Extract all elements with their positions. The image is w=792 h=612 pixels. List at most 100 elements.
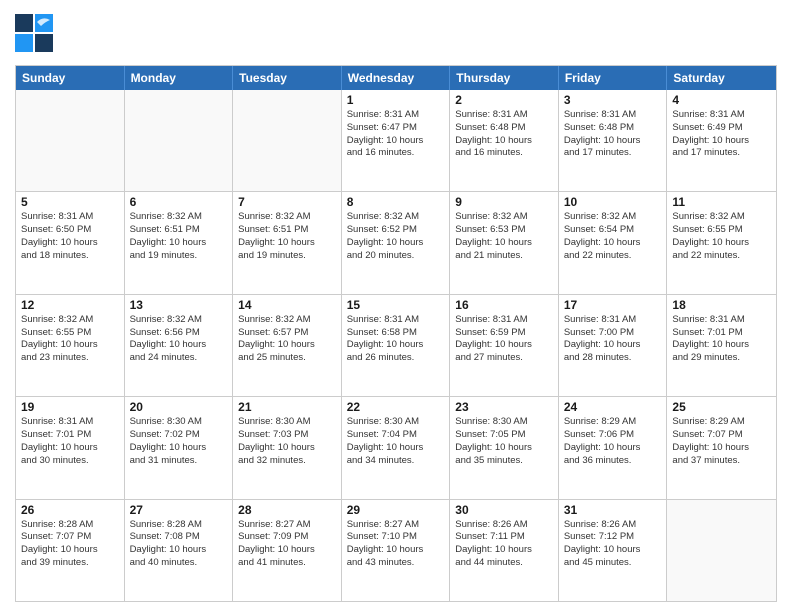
day-cell: 11 Sunrise: 8:32 AM Sunset: 6:55 PM Dayli…	[667, 192, 776, 293]
day-info: Sunrise: 8:32 AM Sunset: 6:51 PM Dayligh…	[238, 211, 336, 262]
week-row: 19 Sunrise: 8:31 AM Sunset: 7:01 PM Dayli…	[16, 397, 776, 499]
day-number: 20	[130, 400, 228, 414]
day-info: Sunrise: 8:30 AM Sunset: 7:03 PM Dayligh…	[238, 416, 336, 467]
day-cell: 15 Sunrise: 8:31 AM Sunset: 6:58 PM Dayli…	[342, 295, 451, 396]
day-cell	[233, 90, 342, 191]
day-cell: 29 Sunrise: 8:27 AM Sunset: 7:10 PM Dayli…	[342, 500, 451, 601]
day-number: 4	[672, 93, 771, 107]
day-cell: 27 Sunrise: 8:28 AM Sunset: 7:08 PM Dayli…	[125, 500, 234, 601]
day-info: Sunrise: 8:31 AM Sunset: 7:00 PM Dayligh…	[564, 314, 662, 365]
day-number: 14	[238, 298, 336, 312]
day-cell: 10 Sunrise: 8:32 AM Sunset: 6:54 PM Dayli…	[559, 192, 668, 293]
day-info: Sunrise: 8:31 AM Sunset: 6:59 PM Dayligh…	[455, 314, 553, 365]
day-info: Sunrise: 8:32 AM Sunset: 6:51 PM Dayligh…	[130, 211, 228, 262]
day-number: 16	[455, 298, 553, 312]
day-info: Sunrise: 8:32 AM Sunset: 6:54 PM Dayligh…	[564, 211, 662, 262]
week-row: 5 Sunrise: 8:31 AM Sunset: 6:50 PM Daylig…	[16, 192, 776, 294]
day-number: 28	[238, 503, 336, 517]
day-number: 11	[672, 195, 771, 209]
day-info: Sunrise: 8:31 AM Sunset: 6:48 PM Dayligh…	[564, 109, 662, 160]
day-number: 31	[564, 503, 662, 517]
day-number: 5	[21, 195, 119, 209]
day-number: 13	[130, 298, 228, 312]
day-info: Sunrise: 8:28 AM Sunset: 7:07 PM Dayligh…	[21, 519, 119, 570]
page-container: SundayMondayTuesdayWednesdayThursdayFrid…	[0, 0, 792, 612]
day-number: 18	[672, 298, 771, 312]
day-number: 27	[130, 503, 228, 517]
day-info: Sunrise: 8:26 AM Sunset: 7:12 PM Dayligh…	[564, 519, 662, 570]
day-info: Sunrise: 8:31 AM Sunset: 6:50 PM Dayligh…	[21, 211, 119, 262]
day-number: 26	[21, 503, 119, 517]
day-info: Sunrise: 8:27 AM Sunset: 7:09 PM Dayligh…	[238, 519, 336, 570]
day-cell: 23 Sunrise: 8:30 AM Sunset: 7:05 PM Dayli…	[450, 397, 559, 498]
logo-icon	[15, 14, 53, 52]
calendar-body: 1 Sunrise: 8:31 AM Sunset: 6:47 PM Daylig…	[16, 90, 776, 601]
day-cell: 25Sunrise: 8:29 AM Sunset: 7:07 PM Dayli…	[667, 397, 776, 498]
logo	[15, 14, 57, 57]
day-number: 3	[564, 93, 662, 107]
day-info: Sunrise: 8:30 AM Sunset: 7:02 PM Dayligh…	[130, 416, 228, 467]
day-number: 30	[455, 503, 553, 517]
day-number: 17	[564, 298, 662, 312]
day-info: Sunrise: 8:31 AM Sunset: 6:47 PM Dayligh…	[347, 109, 445, 160]
day-number: 19	[21, 400, 119, 414]
day-info: Sunrise: 8:32 AM Sunset: 6:53 PM Dayligh…	[455, 211, 553, 262]
day-info: Sunrise: 8:31 AM Sunset: 7:01 PM Dayligh…	[21, 416, 119, 467]
day-number: 15	[347, 298, 445, 312]
day-number: 7	[238, 195, 336, 209]
week-row: 1 Sunrise: 8:31 AM Sunset: 6:47 PM Daylig…	[16, 90, 776, 192]
day-cell: 6 Sunrise: 8:32 AM Sunset: 6:51 PM Daylig…	[125, 192, 234, 293]
day-header: Thursday	[450, 66, 559, 90]
day-info: Sunrise: 8:32 AM Sunset: 6:57 PM Dayligh…	[238, 314, 336, 365]
day-cell: 4 Sunrise: 8:31 AM Sunset: 6:49 PM Daylig…	[667, 90, 776, 191]
day-cell: 31 Sunrise: 8:26 AM Sunset: 7:12 PM Dayli…	[559, 500, 668, 601]
header	[15, 10, 777, 57]
day-number: 9	[455, 195, 553, 209]
day-header: Saturday	[667, 66, 776, 90]
day-number: 12	[21, 298, 119, 312]
day-info: Sunrise: 8:27 AM Sunset: 7:10 PM Dayligh…	[347, 519, 445, 570]
day-cell: 19 Sunrise: 8:31 AM Sunset: 7:01 PM Dayli…	[16, 397, 125, 498]
day-headers: SundayMondayTuesdayWednesdayThursdayFrid…	[16, 66, 776, 90]
day-cell: 28 Sunrise: 8:27 AM Sunset: 7:09 PM Dayli…	[233, 500, 342, 601]
day-cell: 5 Sunrise: 8:31 AM Sunset: 6:50 PM Daylig…	[16, 192, 125, 293]
day-number: 23	[455, 400, 553, 414]
day-header: Wednesday	[342, 66, 451, 90]
day-cell: 13Sunrise: 8:32 AM Sunset: 6:56 PM Dayli…	[125, 295, 234, 396]
day-cell: 14 Sunrise: 8:32 AM Sunset: 6:57 PM Dayli…	[233, 295, 342, 396]
calendar: SundayMondayTuesdayWednesdayThursdayFrid…	[15, 65, 777, 602]
day-cell: 12 Sunrise: 8:32 AM Sunset: 6:55 PM Dayli…	[16, 295, 125, 396]
day-cell: 1 Sunrise: 8:31 AM Sunset: 6:47 PM Daylig…	[342, 90, 451, 191]
day-info: Sunrise: 8:28 AM Sunset: 7:08 PM Dayligh…	[130, 519, 228, 570]
day-header: Sunday	[16, 66, 125, 90]
day-number: 8	[347, 195, 445, 209]
day-info: Sunrise: 8:31 AM Sunset: 7:01 PM Dayligh…	[672, 314, 771, 365]
day-cell: 24Sunrise: 8:29 AM Sunset: 7:06 PM Dayli…	[559, 397, 668, 498]
day-cell	[667, 500, 776, 601]
day-info: Sunrise: 8:31 AM Sunset: 6:58 PM Dayligh…	[347, 314, 445, 365]
day-number: 10	[564, 195, 662, 209]
day-number: 22	[347, 400, 445, 414]
day-cell: 26 Sunrise: 8:28 AM Sunset: 7:07 PM Dayli…	[16, 500, 125, 601]
day-number: 1	[347, 93, 445, 107]
day-info: Sunrise: 8:26 AM Sunset: 7:11 PM Dayligh…	[455, 519, 553, 570]
day-header: Monday	[125, 66, 234, 90]
day-info: Sunrise: 8:32 AM Sunset: 6:55 PM Dayligh…	[672, 211, 771, 262]
day-info: Sunrise: 8:31 AM Sunset: 6:49 PM Dayligh…	[672, 109, 771, 160]
day-cell: 21 Sunrise: 8:30 AM Sunset: 7:03 PM Dayli…	[233, 397, 342, 498]
day-info: Sunrise: 8:30 AM Sunset: 7:05 PM Dayligh…	[455, 416, 553, 467]
day-cell: 9 Sunrise: 8:32 AM Sunset: 6:53 PM Daylig…	[450, 192, 559, 293]
day-number: 21	[238, 400, 336, 414]
day-info: Sunrise: 8:29 AM Sunset: 7:06 PM Dayligh…	[564, 416, 662, 467]
week-row: 12 Sunrise: 8:32 AM Sunset: 6:55 PM Dayli…	[16, 295, 776, 397]
day-header: Tuesday	[233, 66, 342, 90]
day-cell: 30 Sunrise: 8:26 AM Sunset: 7:11 PM Dayli…	[450, 500, 559, 601]
day-info: Sunrise: 8:29 AM Sunset: 7:07 PM Dayligh…	[672, 416, 771, 467]
day-info: Sunrise: 8:32 AM Sunset: 6:52 PM Dayligh…	[347, 211, 445, 262]
day-info: Sunrise: 8:32 AM Sunset: 6:55 PM Dayligh…	[21, 314, 119, 365]
day-cell: 16 Sunrise: 8:31 AM Sunset: 6:59 PM Dayli…	[450, 295, 559, 396]
day-number: 6	[130, 195, 228, 209]
day-number: 29	[347, 503, 445, 517]
week-row: 26 Sunrise: 8:28 AM Sunset: 7:07 PM Dayli…	[16, 500, 776, 601]
day-cell: 8 Sunrise: 8:32 AM Sunset: 6:52 PM Daylig…	[342, 192, 451, 293]
